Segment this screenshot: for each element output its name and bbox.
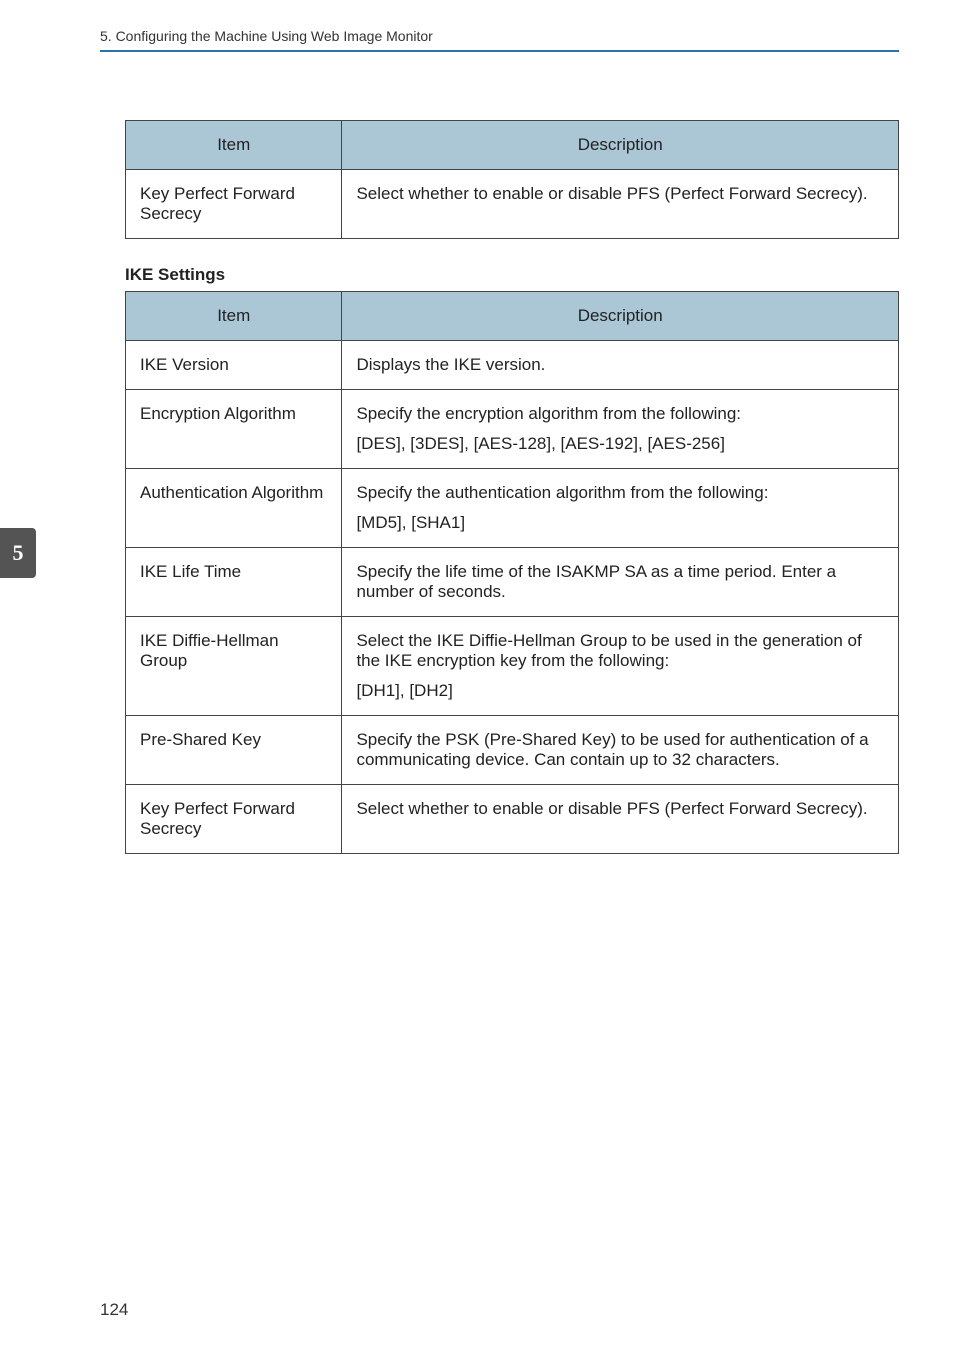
cell-desc: Specify the PSK (Pre-Shared Key) to be u… (342, 716, 899, 785)
cell-item: IKE Diffie-Hellman Group (126, 617, 342, 716)
desc-line: Select whether to enable or disable PFS … (356, 799, 884, 819)
section-title-ike: IKE Settings (125, 265, 899, 285)
table-row: Key Perfect Forward Secrecy Select wheth… (126, 170, 899, 239)
table-row: Key Perfect Forward Secrecy Select wheth… (126, 785, 899, 854)
desc-line: Specify the PSK (Pre-Shared Key) to be u… (356, 730, 884, 770)
chapter-tab: 5 (0, 528, 36, 578)
table-2-header-desc: Description (342, 292, 899, 341)
table-row: Encryption Algorithm Specify the encrypt… (126, 390, 899, 469)
cell-item: Key Perfect Forward Secrecy (126, 785, 342, 854)
cell-item: Pre-Shared Key (126, 716, 342, 785)
table-row: IKE Version Displays the IKE version. (126, 341, 899, 390)
cell-item: IKE Life Time (126, 548, 342, 617)
table-1-header-item: Item (126, 121, 342, 170)
table-1: Item Description Key Perfect Forward Sec… (125, 120, 899, 239)
desc-line: Specify the encryption algorithm from th… (356, 404, 884, 424)
page-number: 124 (100, 1300, 128, 1320)
table-2-header-item: Item (126, 292, 342, 341)
cell-item: Encryption Algorithm (126, 390, 342, 469)
table-row: Authentication Algorithm Specify the aut… (126, 469, 899, 548)
table-row: IKE Diffie-Hellman Group Select the IKE … (126, 617, 899, 716)
cell-item: IKE Version (126, 341, 342, 390)
desc-line: Select the IKE Diffie-Hellman Group to b… (356, 631, 884, 671)
desc-line: [DES], [3DES], [AES-128], [AES-192], [AE… (356, 434, 884, 454)
cell-desc: Select whether to enable or disable PFS … (342, 785, 899, 854)
cell-desc: Specify the authentication algorithm fro… (342, 469, 899, 548)
desc-line: [DH1], [DH2] (356, 681, 884, 701)
table-1-header-desc: Description (342, 121, 899, 170)
page-content: Item Description Key Perfect Forward Sec… (125, 120, 899, 854)
desc-line: Displays the IKE version. (356, 355, 884, 375)
desc-line: [MD5], [SHA1] (356, 513, 884, 533)
cell-desc: Select the IKE Diffie-Hellman Group to b… (342, 617, 899, 716)
header-breadcrumb: 5. Configuring the Machine Using Web Ima… (100, 28, 433, 44)
desc-line: Specify the authentication algorithm fro… (356, 483, 884, 503)
cell-item: Key Perfect Forward Secrecy (126, 170, 342, 239)
cell-desc: Select whether to enable or disable PFS … (342, 170, 899, 239)
cell-desc: Displays the IKE version. (342, 341, 899, 390)
cell-desc: Specify the life time of the ISAKMP SA a… (342, 548, 899, 617)
header-divider (100, 50, 899, 52)
table-row: Pre-Shared Key Specify the PSK (Pre-Shar… (126, 716, 899, 785)
desc-line: Specify the life time of the ISAKMP SA a… (356, 562, 884, 602)
cell-item: Authentication Algorithm (126, 469, 342, 548)
cell-desc: Specify the encryption algorithm from th… (342, 390, 899, 469)
table-row: IKE Life Time Specify the life time of t… (126, 548, 899, 617)
table-2: Item Description IKE Version Displays th… (125, 291, 899, 854)
